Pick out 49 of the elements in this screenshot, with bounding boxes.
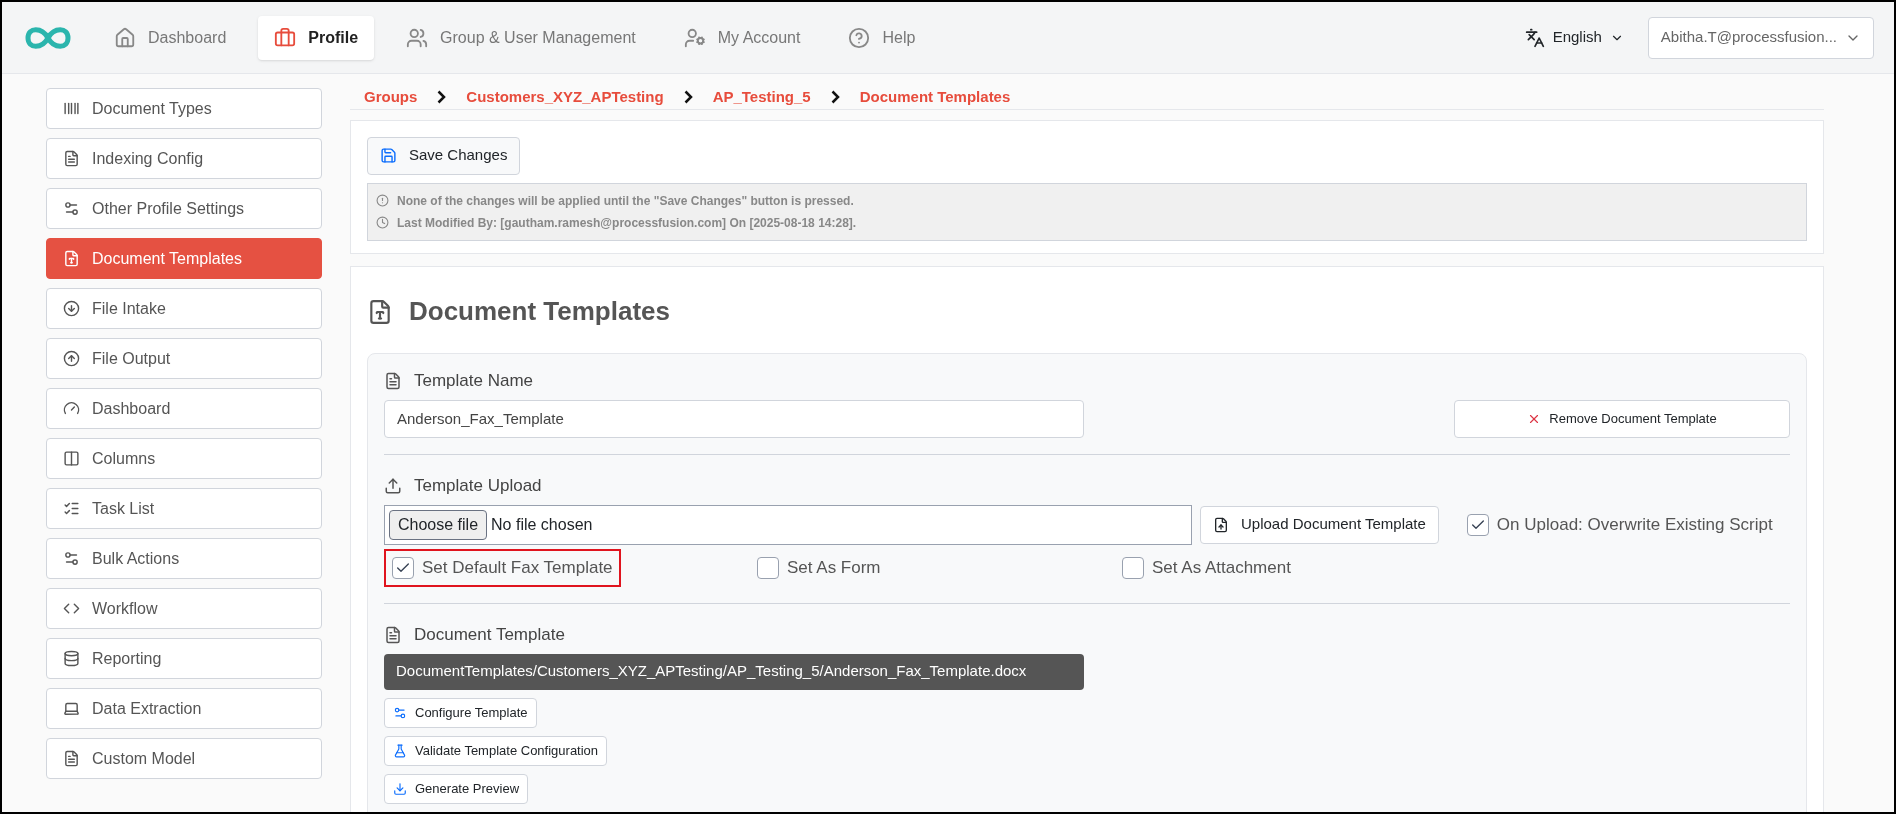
action-button[interactable]: Validate Template Configuration bbox=[384, 735, 608, 766]
breadcrumb-link[interactable]: Document Templates bbox=[859, 86, 1011, 109]
sidebar-item[interactable]: Data Extraction bbox=[46, 688, 322, 729]
template-name-field[interactable]: Anderson_Fax_Template bbox=[384, 399, 1084, 438]
sidebar-item[interactable]: Document Templates bbox=[46, 238, 322, 279]
checkbox-label: Set As Attachment bbox=[1152, 556, 1291, 579]
field-label: Document Template bbox=[414, 623, 565, 646]
upload-template-button[interactable]: Upload Document Template bbox=[1200, 505, 1439, 544]
sidebar-item[interactable]: Reporting bbox=[46, 638, 322, 679]
nav-tab[interactable]: My Account bbox=[667, 15, 817, 60]
checkbox-label: Set As Form bbox=[787, 556, 881, 579]
sidebar-item[interactable]: Task List bbox=[46, 488, 322, 529]
sidebar-item[interactable]: Custom Model bbox=[46, 738, 322, 779]
template-path: DocumentTemplates/Customers_XYZ_APTesting/AP_Testing_5/Anderson_Fax_Template.docx bbox=[384, 653, 1084, 690]
notice-text: Last Modified By: [gautham.ramesh@processfusion.com] On [2025-08-18 14:28]. bbox=[397, 214, 857, 232]
checkbox-option[interactable]: Set As Form bbox=[749, 548, 889, 587]
sidebar-item[interactable]: Document Types bbox=[46, 88, 322, 129]
language-dropdown[interactable]: English bbox=[1524, 26, 1624, 49]
checkbox-option[interactable]: Set Default Fax Template bbox=[384, 548, 621, 587]
action-button[interactable]: Configure Template bbox=[384, 697, 537, 728]
breadcrumb-link[interactable]: Customers_XYZ_APTesting bbox=[466, 86, 664, 109]
breadcrumb-link[interactable]: Groups bbox=[364, 86, 418, 109]
user-dropdown[interactable]: Abitha.T@processfusion... bbox=[1647, 16, 1874, 59]
field-label: Template Upload bbox=[414, 474, 542, 497]
nav-tab[interactable]: Group & User Management bbox=[390, 15, 652, 60]
breadcrumb-link[interactable]: AP_Testing_5 bbox=[712, 86, 811, 109]
choose-file-button[interactable]: Choose file bbox=[389, 509, 488, 540]
checkbox-label: On Upload: Overwrite Existing Script bbox=[1496, 513, 1773, 536]
sidebar-item[interactable]: Bulk Actions bbox=[46, 538, 322, 579]
field-label: Template Name bbox=[414, 369, 534, 392]
sidebar-item[interactable]: Indexing Config bbox=[46, 138, 322, 179]
action-button[interactable]: Generate Preview bbox=[384, 773, 529, 804]
checkbox-option[interactable]: Set As Attachment bbox=[1114, 548, 1299, 587]
save-changes-button[interactable]: Save Changes bbox=[367, 136, 521, 175]
notice-text: None of the changes will be applied until the "Save Changes" button is pressed. bbox=[397, 192, 854, 210]
checkbox-label: Set Default Fax Template bbox=[422, 556, 613, 579]
remove-template-button[interactable]: Remove Document Template bbox=[1454, 399, 1790, 438]
sidebar-item[interactable]: Workflow bbox=[46, 588, 322, 629]
nav-tab[interactable]: Dashboard bbox=[98, 15, 243, 60]
nav-tab[interactable]: Help bbox=[832, 15, 932, 60]
file-input[interactable]: Choose file No file chosen bbox=[384, 504, 1192, 545]
sidebar-item[interactable]: File Intake bbox=[46, 288, 322, 329]
nav-tab[interactable]: Profile bbox=[258, 15, 375, 60]
file-status: No file chosen bbox=[491, 514, 593, 535]
sidebar-item[interactable]: Columns bbox=[46, 438, 322, 479]
sidebar-item[interactable]: Dashboard bbox=[46, 388, 322, 429]
sidebar-item[interactable]: File Output bbox=[46, 338, 322, 379]
sidebar-item[interactable]: Other Profile Settings bbox=[46, 188, 322, 229]
section-title: Document Templates bbox=[409, 295, 670, 328]
